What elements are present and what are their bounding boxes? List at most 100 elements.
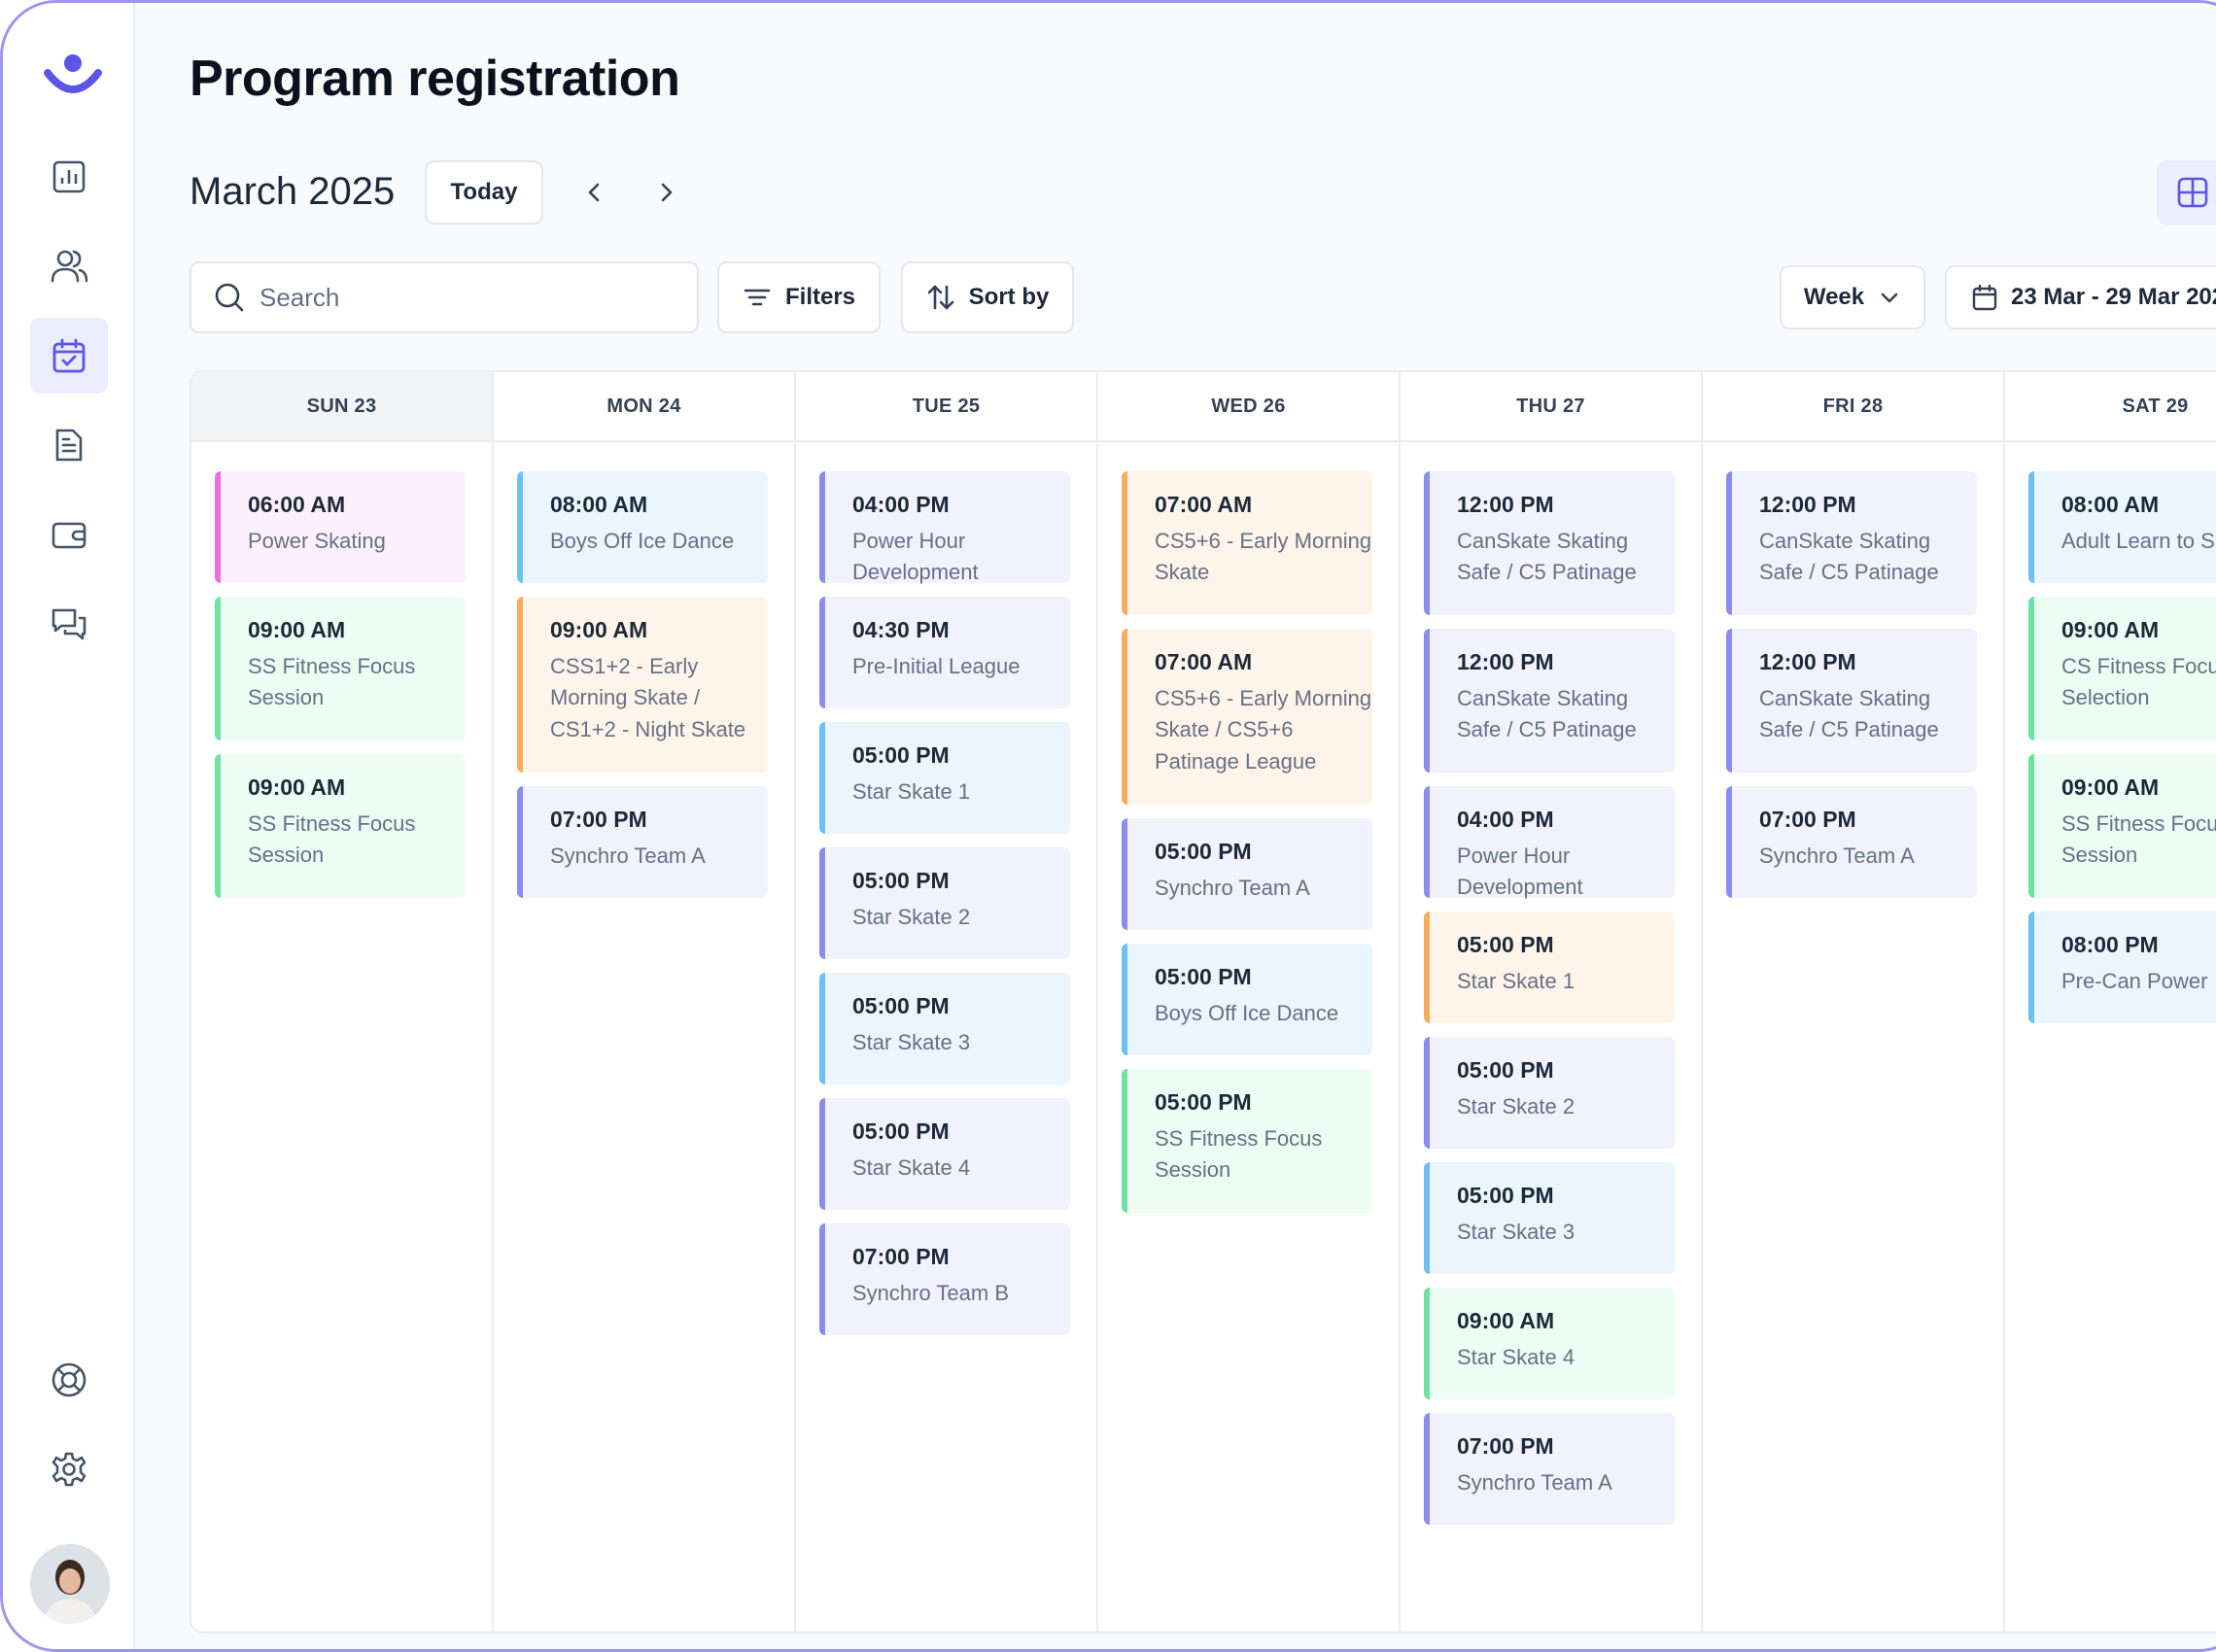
event-title: SS Fitness Focus Session: [2061, 810, 2216, 868]
event-card[interactable]: 05:00 PM Synchro Team A: [1122, 818, 1372, 930]
event-card[interactable]: 09:00 AM SS Fitness Focus Session: [215, 597, 466, 740]
document-icon: [55, 429, 83, 462]
event-card[interactable]: 07:00 PM Synchro Team B: [819, 1223, 1070, 1335]
view-select-value: Week: [1803, 284, 1865, 310]
sort-button[interactable]: Sort by: [901, 261, 1074, 333]
event-card[interactable]: 04:00 PM Power Hour Development: [819, 471, 1070, 584]
event-title: SS Fitness Focus Session: [1155, 1125, 1323, 1183]
chevron-right-icon[interactable]: [650, 177, 681, 208]
sidebar: [3, 3, 135, 1649]
event-card[interactable]: 12:00 PM CanSkate Skating Safe / C5 Patin…: [1424, 471, 1675, 615]
sidebar-item-messages[interactable]: [30, 586, 108, 662]
event-time: 12:00 PM: [1759, 492, 1856, 517]
day-column: 04:00 PM Power Hour Development 04:30 PM Pr…: [796, 442, 1098, 1632]
event-time: 09:00 AM: [2061, 774, 2160, 800]
week-calendar: SUN 23 06:00 AM Power Skating 09:00 AM SS Fi…: [190, 370, 2216, 1634]
event-card[interactable]: 09:00 AM SS Fitness Focus Session: [215, 754, 466, 898]
sidebar-item-calendar[interactable]: [30, 318, 108, 394]
filter-lines-icon: [744, 289, 771, 306]
event-card[interactable]: 07:00 PM Synchro Team A: [1424, 1413, 1675, 1525]
event-card[interactable]: 08:00 AM Boys Off Ice Dance: [517, 471, 768, 583]
day-header: SAT 29: [2005, 372, 2216, 442]
event-card[interactable]: 05:00 PM Star Skate 3: [819, 973, 1070, 1084]
event-title: CS5+6 - Early Morning Skate / CS5+6 Pati…: [1155, 685, 1372, 774]
event-time: 04:00 PM: [1457, 807, 1554, 832]
event-card[interactable]: 05:00 PM Star Skate 1: [819, 722, 1070, 834]
event-card[interactable]: 12:00 PM CanSkate Skating Safe / C5 Patin…: [1726, 471, 1977, 615]
event-card[interactable]: 07:00 AM CS5+6 - Early Morning Skate: [1122, 471, 1372, 615]
event-time: 08:00 AM: [2061, 492, 2160, 517]
calendar-small-icon: [1972, 284, 1997, 311]
event-card[interactable]: 12:00 PM CanSkate Skating Safe / C5 Patin…: [1424, 629, 1675, 773]
event-card[interactable]: 07:00 PM Synchro Team A: [517, 786, 768, 898]
event-card[interactable]: 09:00 AM CS Fitness Focus Selection: [2028, 597, 2216, 740]
event-title: Adult Learn to Skate: [2061, 528, 2216, 553]
event-title: Power Hour Development: [1457, 843, 1583, 900]
event-card[interactable]: 09:00 AM Star Skate 4: [1424, 1288, 1675, 1399]
search-icon: [215, 283, 244, 312]
sort-arrows-icon: [927, 285, 953, 310]
event-card[interactable]: 07:00 AM CS5+6 - Early Morning Skate / CS…: [1122, 629, 1372, 805]
filters-button[interactable]: Filters: [717, 261, 881, 333]
search-input[interactable]: [260, 282, 687, 313]
search-bar[interactable]: [190, 261, 699, 333]
sidebar-item-settings[interactable]: [30, 1431, 108, 1507]
chevron-down-icon: [1881, 293, 1898, 303]
grid-icon: [2177, 177, 2208, 208]
sidebar-item-documents[interactable]: [30, 407, 108, 483]
grid-view-toggle[interactable]: [2157, 160, 2216, 224]
event-time: 05:00 PM: [852, 1119, 950, 1144]
day-column: 06:00 AM Power Skating 09:00 AM SS Fitness …: [191, 442, 494, 1632]
event-title: CanSkate Skating Safe / C5 Patinage: [1759, 685, 1939, 742]
logo-icon: [44, 54, 102, 93]
event-time: 05:00 PM: [1457, 932, 1554, 957]
page-title: Program registration: [190, 51, 680, 107]
event-time: 05:00 PM: [1155, 1089, 1252, 1115]
event-time: 05:00 PM: [1155, 839, 1252, 864]
day-header: MON 24: [494, 372, 796, 442]
event-card[interactable]: 07:00 PM Synchro Team A: [1726, 786, 1977, 898]
event-card[interactable]: 05:00 PM Star Skate 1: [1424, 912, 1675, 1023]
event-card[interactable]: 04:00 PM Power Hour Development: [1424, 786, 1675, 899]
today-button[interactable]: Today: [425, 160, 543, 224]
event-time: 05:00 PM: [852, 742, 950, 768]
event-card[interactable]: 05:00 PM Star Skate 3: [1424, 1162, 1675, 1274]
sidebar-item-payments[interactable]: [30, 497, 108, 572]
view-select[interactable]: Week: [1780, 265, 1925, 329]
event-title: Synchro Team A: [1759, 843, 1915, 868]
event-card[interactable]: 05:00 PM Star Skate 2: [1424, 1037, 1675, 1149]
event-card[interactable]: 04:30 PM Pre-Initial League: [819, 597, 1070, 708]
day-header: FRI 28: [1703, 372, 2005, 442]
chevron-left-icon[interactable]: [579, 177, 610, 208]
event-title: Synchro Team A: [1457, 1469, 1612, 1495]
lifebuoy-icon: [52, 1362, 87, 1397]
event-time: 09:00 AM: [248, 617, 346, 642]
event-card[interactable]: 08:00 PM Pre-Can Power: [2028, 912, 2216, 1023]
event-card[interactable]: 09:00 AM SS Fitness Focus Session: [2028, 754, 2216, 898]
day-header: SUN 23: [191, 372, 494, 442]
wallet-icon: [52, 522, 87, 549]
sidebar-item-dashboard[interactable]: [30, 139, 108, 215]
event-card[interactable]: 05:00 PM Star Skate 2: [819, 847, 1070, 959]
day-column: 08:00 AM Adult Learn to Skate 09:00 AM CS F…: [2005, 442, 2216, 1632]
event-title: Power Skating: [248, 528, 386, 553]
event-title: Star Skate 4: [1457, 1344, 1575, 1369]
event-card[interactable]: 12:00 PM CanSkate Skating Safe / C5 Patin…: [1726, 629, 1977, 773]
day-column: 12:00 PM CanSkate Skating Safe / C5 Patin…: [1703, 442, 2005, 1632]
event-title: CanSkate Skating Safe / C5 Patinage: [1759, 528, 1939, 585]
calendar-icon: [52, 338, 86, 373]
event-card[interactable]: 08:00 AM Adult Learn to Skate: [2028, 471, 2216, 583]
event-card[interactable]: 09:00 AM CSS1+2 - Early Morning Skate / C…: [517, 597, 768, 773]
event-time: 04:30 PM: [852, 617, 950, 642]
sidebar-item-help[interactable]: [30, 1342, 108, 1418]
users-icon: [51, 250, 88, 283]
event-card[interactable]: 05:00 PM Boys Off Ice Dance: [1122, 944, 1372, 1055]
sidebar-item-members[interactable]: [30, 228, 108, 304]
event-card[interactable]: 05:00 PM Star Skate 4: [819, 1098, 1070, 1210]
event-title: CS Fitness Focus Selection: [2061, 653, 2216, 710]
event-card[interactable]: 06:00 AM Power Skating: [215, 471, 466, 583]
avatar[interactable]: [30, 1544, 110, 1624]
event-title: Pre-Initial League: [852, 653, 1021, 678]
date-range-picker[interactable]: 23 Mar - 29 Mar 2025: [1945, 265, 2216, 329]
event-card[interactable]: 05:00 PM SS Fitness Focus Session: [1122, 1069, 1372, 1213]
